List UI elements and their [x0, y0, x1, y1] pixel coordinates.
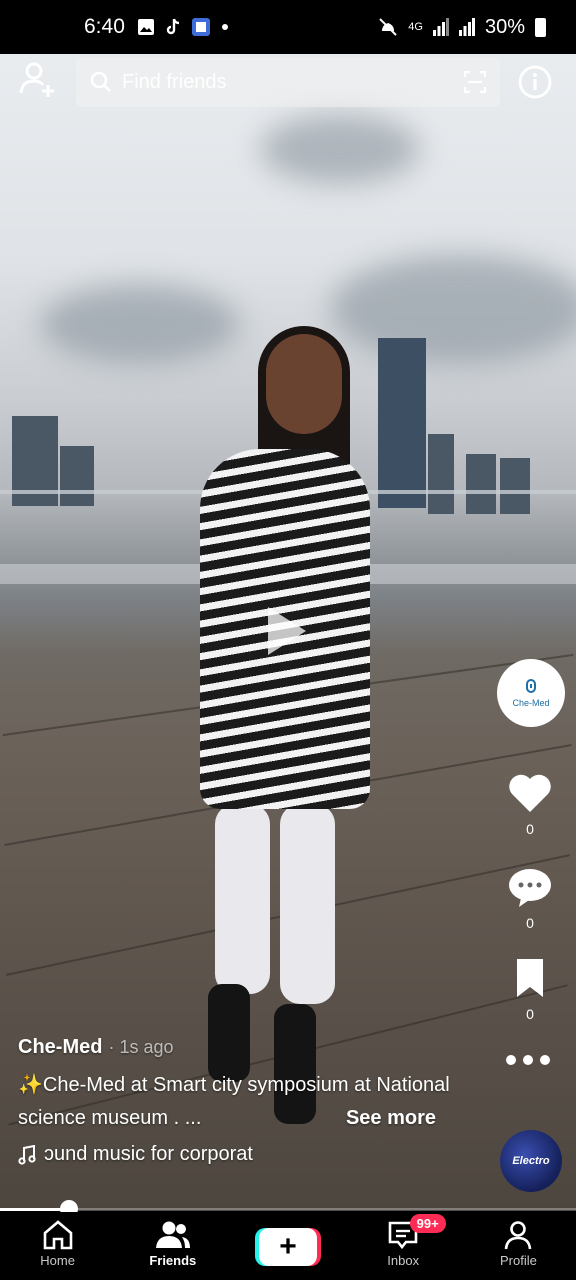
app-icon: [191, 18, 210, 36]
nav-profile-label: Profile: [499, 1253, 537, 1268]
inbox-badge: 99+: [409, 1214, 446, 1233]
music-disc[interactable]: Electro: [500, 1130, 562, 1192]
search-bar[interactable]: Find friends: [76, 57, 500, 107]
top-bar: Find friends: [0, 56, 576, 108]
battery-percent: 30%: [484, 15, 525, 38]
create-icon: +: [279, 1230, 297, 1263]
home-icon: [43, 1220, 72, 1250]
nav-home[interactable]: Home: [0, 1212, 115, 1280]
info-icon[interactable]: [518, 65, 552, 99]
create-button[interactable]: +: [259, 1228, 317, 1266]
dot-icon: [221, 24, 228, 30]
nav-inbox[interactable]: 99+ Inbox: [346, 1212, 461, 1280]
image-icon: [137, 19, 154, 35]
like-button[interactable]: 0: [502, 772, 558, 837]
signal-icon: [432, 18, 449, 36]
bookmark-count: 0: [526, 1006, 534, 1022]
search-icon: [90, 71, 111, 92]
nav-profile[interactable]: Profile: [461, 1212, 576, 1280]
nav-friends[interactable]: Friends: [115, 1212, 230, 1280]
nav-friends-label: Friends: [149, 1253, 197, 1268]
caption: Che-Med · 1s ago ✨Che-Med at Smart city …: [18, 1036, 478, 1166]
search-placeholder: Find friends: [122, 70, 227, 93]
playback-progress[interactable]: [0, 1208, 576, 1211]
nav-inbox-label: Inbox: [387, 1253, 420, 1268]
status-bar: 6:40 4G 30%: [0, 0, 576, 54]
profile-icon: [505, 1221, 532, 1250]
bookmark-icon: [517, 959, 543, 997]
like-count: 0: [526, 821, 534, 837]
comment-button[interactable]: 0: [502, 866, 558, 931]
comment-icon: [509, 869, 551, 907]
progress-fill: [0, 1208, 70, 1211]
status-time: 6:40: [84, 15, 125, 38]
play-icon[interactable]: [268, 607, 306, 655]
music-disc-label: Electro: [512, 1155, 550, 1167]
creator-avatar[interactable]: Che-Med: [497, 659, 565, 727]
nav-home-label: Home: [40, 1253, 75, 1268]
add-friend-icon[interactable]: [18, 60, 58, 100]
sound-row[interactable]: ɔund music for corporat: [18, 1143, 478, 1166]
description: ✨Che-Med at Smart city symposium at Nati…: [18, 1069, 478, 1135]
signal-icon: [458, 18, 475, 36]
battery-icon: [535, 17, 546, 37]
network-type: 4G: [408, 20, 423, 33]
more-options-icon[interactable]: [506, 1055, 550, 1065]
nav-create[interactable]: +: [230, 1212, 345, 1280]
music-note-icon: [18, 1144, 36, 1165]
heart-icon: [509, 774, 551, 812]
scan-icon[interactable]: [464, 71, 486, 93]
che-med-logo-icon: [526, 679, 536, 693]
author-name[interactable]: Che-Med: [18, 1036, 102, 1059]
post-time: · 1s ago: [108, 1037, 174, 1057]
avatar-label: Che-Med: [512, 698, 550, 708]
mute-icon: [379, 18, 397, 36]
bottom-nav: Home Friends + 99+ Inbox Profile: [0, 1212, 576, 1280]
friends-icon: [155, 1221, 190, 1248]
tiktok-icon: [166, 18, 179, 35]
comment-count: 0: [526, 915, 534, 931]
see-more-link[interactable]: See more: [346, 1102, 436, 1135]
bookmark-button[interactable]: 0: [502, 957, 558, 1022]
sound-name: ɔund music for corporat: [44, 1143, 253, 1165]
